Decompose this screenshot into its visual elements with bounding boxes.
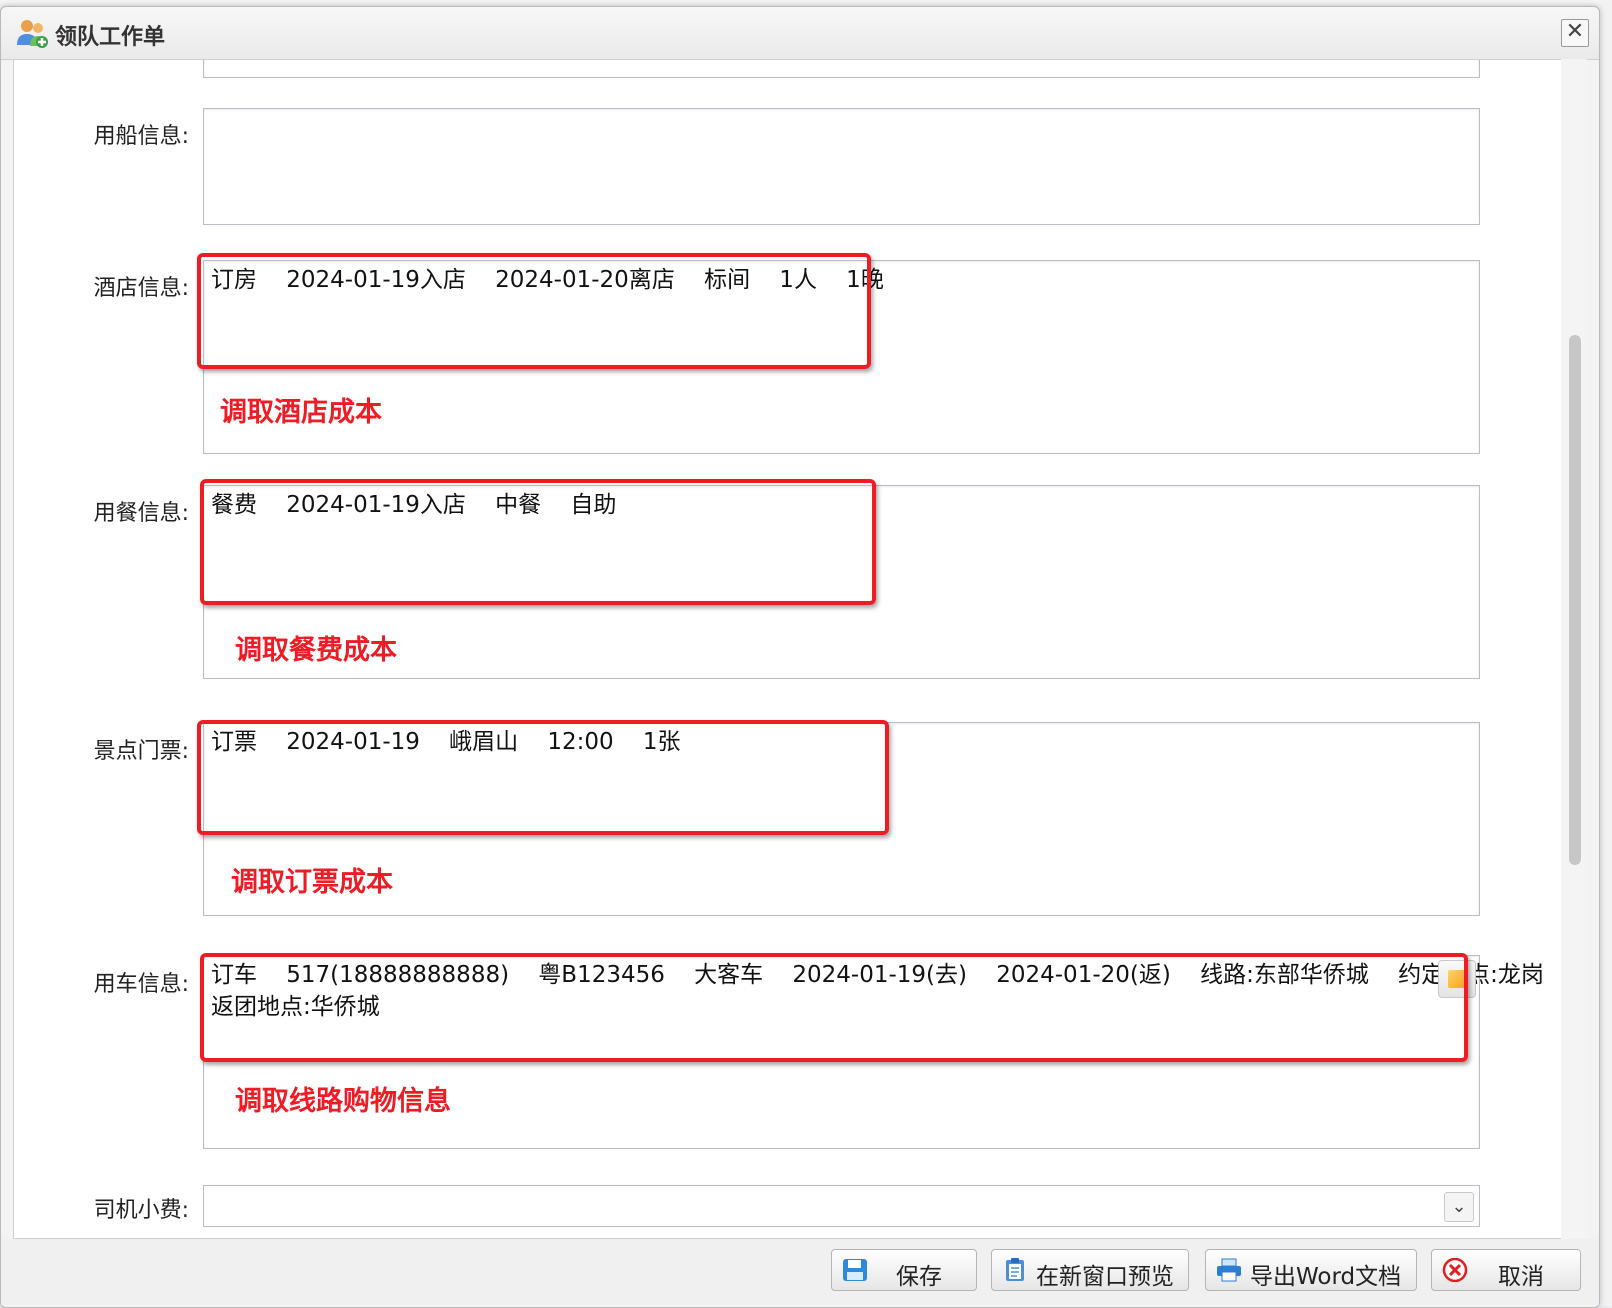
route-shopping-annotation: 调取线路购物信息 <box>235 1086 451 1117</box>
previous-field-box[interactable] <box>203 60 1480 78</box>
dialog-title: 领队工作单 <box>55 25 166 50</box>
save-button[interactable]: 保存 <box>831 1249 977 1291</box>
form-content[interactable]: 用船信息: 酒店信息: 订房 2024-01-19入店 2024-01-20离店… <box>13 59 1575 1239</box>
vertical-scrollbar[interactable] <box>1561 59 1587 1239</box>
hotel-cost-annotation: 调取酒店成本 <box>220 397 382 428</box>
dialog-footer: 保存 在新窗口预览 导出Word文档 取消 <box>1 1239 1599 1305</box>
cancel-circle-icon <box>1442 1258 1468 1282</box>
meal-info-label: 用餐信息: <box>93 501 189 526</box>
chevron-down-icon[interactable]: ⌄ <box>1444 1192 1474 1222</box>
cancel-label: 取消 <box>1498 1264 1544 1290</box>
preview-label: 在新窗口预览 <box>1036 1264 1174 1290</box>
vehicle-highlight-box <box>200 953 1468 1062</box>
driver-tip-label: 司机小费: <box>93 1198 189 1223</box>
leader-worksheet-dialog: 领队工作单 ✕ 用船信息: 酒店信息: 订房 2024-01-19入店 2024… <box>0 6 1600 1308</box>
boat-info-label: 用船信息: <box>93 124 189 149</box>
preview-new-window-button[interactable]: 在新窗口预览 <box>991 1249 1189 1291</box>
close-icon: ✕ <box>1565 19 1585 44</box>
ticket-cost-annotation: 调取订票成本 <box>231 867 393 898</box>
ticket-info-label: 景点门票: <box>93 739 189 764</box>
driver-tip-select[interactable]: ⌄ <box>203 1185 1480 1227</box>
cancel-button[interactable]: 取消 <box>1431 1249 1581 1291</box>
vehicle-info-label: 用车信息: <box>93 972 189 997</box>
save-label: 保存 <box>896 1264 942 1290</box>
dialog-titlebar: 领队工作单 ✕ <box>1 7 1599 60</box>
meal-cost-annotation: 调取餐费成本 <box>235 635 397 666</box>
hotel-info-label: 酒店信息: <box>93 276 189 301</box>
ticket-highlight-box <box>197 720 889 835</box>
printer-icon <box>1217 1258 1241 1282</box>
close-button[interactable]: ✕ <box>1561 19 1589 47</box>
clipboard-icon <box>1006 1258 1024 1281</box>
users-icon <box>17 20 48 48</box>
meal-highlight-box <box>200 479 876 605</box>
boat-info-textarea[interactable] <box>203 108 1480 225</box>
hotel-highlight-box <box>197 253 871 369</box>
scrollbar-thumb[interactable] <box>1569 335 1581 865</box>
export-word-button[interactable]: 导出Word文档 <box>1205 1249 1417 1291</box>
background-app-edge <box>1600 0 1612 1306</box>
floppy-icon <box>843 1259 867 1281</box>
export-label: 导出Word文档 <box>1250 1264 1402 1290</box>
